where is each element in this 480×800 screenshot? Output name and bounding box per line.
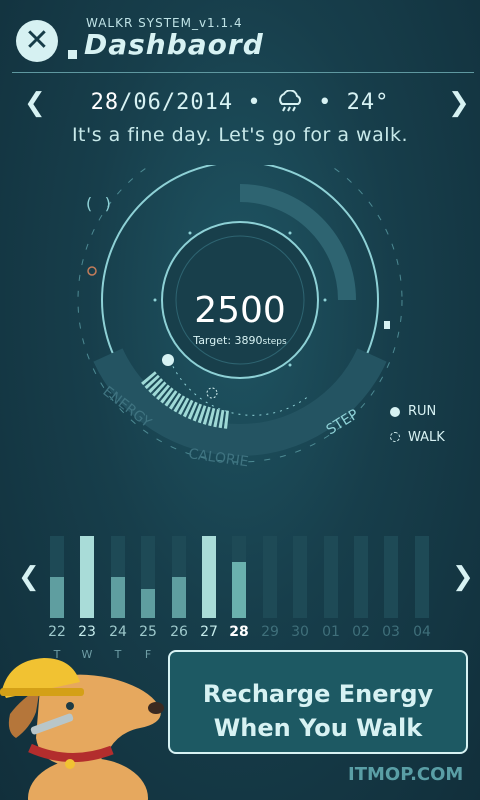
day-number: 25 <box>139 624 157 640</box>
date-weather-row: 28/06/2014 • • 24° <box>0 89 480 115</box>
day-bar[interactable] <box>384 536 398 618</box>
chevron-right-icon: ❯ <box>452 562 474 592</box>
day-bar[interactable] <box>324 536 338 618</box>
target-value: Target: 3890 <box>193 334 263 347</box>
day-number: 29 <box>261 624 279 640</box>
date-day: 28 <box>90 90 120 115</box>
run-legend-label: RUN <box>408 404 437 419</box>
watermark: ITMOP.COM <box>348 764 464 785</box>
day-number: 03 <box>382 624 400 640</box>
banner-line-1: Recharge Energy <box>202 680 434 708</box>
orbit-marker <box>87 266 97 276</box>
day-bar[interactable] <box>202 536 216 618</box>
walk-legend-label: WALK <box>408 430 445 445</box>
day-bar[interactable] <box>141 536 155 618</box>
temperature: 24° <box>346 90 390 115</box>
day-number: 02 <box>352 624 370 640</box>
day-bar[interactable] <box>111 536 125 618</box>
day-bar[interactable] <box>50 536 64 618</box>
day-number: 01 <box>322 624 340 640</box>
target-unit: steps <box>262 337 287 347</box>
day-bar[interactable] <box>232 536 246 618</box>
day-number: 28 <box>229 624 249 640</box>
banner-line-2: When You Walk <box>213 714 423 742</box>
dog-mascot-illustration <box>0 658 164 800</box>
chevron-left-icon: ❮ <box>18 562 40 592</box>
day-bar-fill <box>202 536 216 618</box>
day-bar-fill <box>141 589 155 618</box>
target-label: Target: 3890steps <box>150 334 330 347</box>
day-bar[interactable] <box>293 536 307 618</box>
bracket-decoration: ( ) <box>84 194 113 213</box>
next-week-button[interactable]: ❯ <box>452 562 474 592</box>
date-month-year: /06/2014 <box>119 90 234 115</box>
steps-count: 2500 <box>194 290 286 331</box>
day-number: 30 <box>291 624 309 640</box>
run-marker <box>162 354 174 366</box>
previous-week-button[interactable]: ❮ <box>18 562 40 592</box>
day-number: 26 <box>170 624 188 640</box>
day-bar[interactable] <box>415 536 429 618</box>
run-legend-marker <box>390 407 400 417</box>
day-bar[interactable] <box>354 536 368 618</box>
tagline: It's a fine day. Let's go for a walk. <box>71 124 409 146</box>
day-bar-fill <box>50 577 64 618</box>
day-bar[interactable] <box>172 536 186 618</box>
title-dot-decoration <box>68 50 77 59</box>
page-title: Dashbaord <box>84 28 264 61</box>
day-number: 04 <box>413 624 431 640</box>
walk-legend-marker <box>390 432 400 442</box>
day-number: 27 <box>200 624 218 640</box>
day-bar[interactable] <box>80 536 94 618</box>
day-number: 24 <box>109 624 127 640</box>
day-bar-fill <box>111 577 125 618</box>
close-button[interactable]: ✕ <box>16 20 58 62</box>
rain-cloud-icon <box>279 89 301 112</box>
day-bar-fill <box>232 562 246 618</box>
walk-marker <box>206 387 218 399</box>
separator-dot: • <box>247 90 262 115</box>
separator-dot: • <box>318 90 333 115</box>
day-number: 22 <box>48 624 66 640</box>
day-bar[interactable] <box>263 536 277 618</box>
day-bar-fill <box>80 536 94 618</box>
close-icon: ✕ <box>24 23 50 58</box>
header-divider <box>12 72 474 73</box>
orbit-block <box>384 321 390 329</box>
day-bar-fill <box>172 577 186 618</box>
day-number: 23 <box>78 624 96 640</box>
